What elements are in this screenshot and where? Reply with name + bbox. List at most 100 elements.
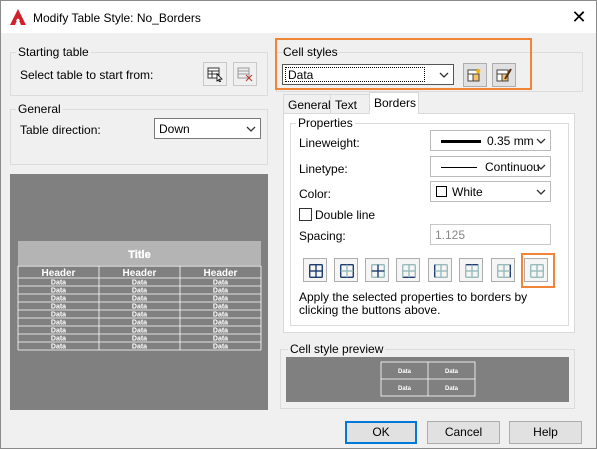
tab-general[interactable]: General <box>283 94 331 114</box>
left-border-button[interactable] <box>428 258 452 282</box>
preview-data-cell: Data <box>213 296 228 303</box>
preview-header-cell: Header <box>42 268 76 279</box>
preview-data-cell: Data <box>213 312 228 319</box>
preview-data-cell: Data <box>132 296 147 303</box>
close-icon[interactable]: ✕ <box>567 5 591 29</box>
modify-table-style-dialog: Modify Table Style: No_Borders ✕ Startin… <box>0 0 597 449</box>
table-direction-label: Table direction: <box>20 123 101 137</box>
manage-cell-styles-icon <box>496 68 512 82</box>
cell-style-preview: Data Data Data Data <box>286 357 569 402</box>
preview-data-cell: Data <box>132 312 147 319</box>
preview-data-cell: Data <box>51 312 66 319</box>
chevron-down-icon <box>246 126 256 132</box>
outside-borders-button[interactable] <box>334 258 358 282</box>
preview-data-cell: Data <box>132 288 147 295</box>
tab-borders[interactable]: Borders <box>369 92 419 114</box>
right-border-icon <box>497 264 511 278</box>
remove-table-button[interactable] <box>233 62 257 86</box>
help-button[interactable]: Help <box>509 421 582 444</box>
properties-label: Properties <box>296 116 355 130</box>
preview-data-cell: Data <box>213 288 228 295</box>
lineweight-value: 0.35 mm <box>487 134 534 148</box>
lineweight-sample-icon <box>441 140 481 143</box>
select-table-label: Select table to start from: <box>20 68 154 82</box>
manage-cell-styles-button[interactable] <box>492 63 516 87</box>
double-line-label: Double line <box>315 208 376 222</box>
chevron-down-icon <box>536 189 546 195</box>
select-table-icon <box>207 67 223 82</box>
inside-borders-button[interactable] <box>365 258 389 282</box>
preview-data-cell: Data <box>132 304 147 311</box>
cancel-button[interactable]: Cancel <box>427 421 500 444</box>
preview-data-cell: Data <box>51 304 66 311</box>
preview-title: Title <box>128 249 150 261</box>
left-border-icon <box>434 264 448 278</box>
color-swatch <box>436 186 447 197</box>
create-cell-style-button[interactable] <box>463 63 487 87</box>
lineweight-select[interactable]: 0.35 mm <box>430 130 551 151</box>
linetype-select[interactable]: Continuou <box>430 156 551 177</box>
preview-data-cell: Data <box>51 336 66 343</box>
cell-style-select[interactable]: Data <box>282 64 454 85</box>
table-style-preview: Title Header Header Header Data Data Data Data D… <box>10 174 268 410</box>
window-title: Modify Table Style: No_Borders <box>33 11 201 25</box>
table-direction-select[interactable]: Down <box>154 118 261 139</box>
bottom-border-icon <box>402 264 416 278</box>
cell-preview-data: Data <box>445 386 459 392</box>
bottom-border-button[interactable] <box>396 258 420 282</box>
no-border-highlight <box>521 253 555 288</box>
preview-data-cell: Data <box>213 336 228 343</box>
preview-data-cell: Data <box>213 280 228 287</box>
starting-table-label: Starting table <box>16 45 91 59</box>
all-borders-button[interactable] <box>303 258 327 282</box>
chevron-down-icon <box>439 72 449 78</box>
cell-preview-data: Data <box>445 369 459 375</box>
table-preview-drawing: TitleHeader Header HeaderData Data DataData D… <box>17 241 262 351</box>
preview-data-cell: Data <box>132 320 147 327</box>
preview-header-cell: Header <box>123 268 157 279</box>
preview-header-cell: Header <box>204 268 238 279</box>
linetype-label: Linetype: <box>299 162 348 176</box>
inside-borders-icon <box>371 264 385 278</box>
color-select[interactable]: White <box>430 181 551 202</box>
preview-data-cell: Data <box>51 280 66 287</box>
cell-styles-label: Cell styles <box>283 45 338 59</box>
cell-style-preview-label: Cell style preview <box>288 342 386 356</box>
lineweight-label: Lineweight: <box>299 136 360 150</box>
preview-data-cell: Data <box>51 328 66 335</box>
cell-style-value: Data <box>285 67 425 82</box>
preview-data-cell: Data <box>213 304 228 311</box>
chevron-down-icon <box>536 164 546 170</box>
outside-borders-icon <box>340 264 354 278</box>
color-value: White <box>452 185 483 199</box>
preview-data-cell: Data <box>213 320 228 327</box>
preview-data-cell: Data <box>132 280 147 287</box>
title-bar: Modify Table Style: No_Borders ✕ <box>1 1 596 33</box>
ok-button[interactable]: OK <box>345 421 417 444</box>
double-line-checkbox[interactable] <box>299 208 312 221</box>
preview-data-cell: Data <box>51 288 66 295</box>
all-borders-icon <box>309 264 323 278</box>
tab-text[interactable]: Text <box>330 94 370 114</box>
linetype-value: Continuou <box>485 160 540 174</box>
right-border-button[interactable] <box>491 258 515 282</box>
preview-data-cell: Data <box>132 344 147 351</box>
color-label: Color: <box>299 187 332 201</box>
spacing-input[interactable]: 1.125 <box>430 224 551 245</box>
general-group-label: General <box>16 102 63 116</box>
chevron-down-icon <box>536 138 546 144</box>
select-table-button[interactable] <box>203 62 227 86</box>
preview-data-cell: Data <box>132 336 147 343</box>
cell-preview-drawing: Data Data Data Data <box>380 361 476 397</box>
new-cell-style-icon <box>467 68 481 82</box>
preview-data-cell: Data <box>132 328 147 335</box>
spacing-label: Spacing: <box>299 229 346 243</box>
autocad-logo-icon <box>10 9 26 25</box>
border-hint-text: Apply the selected properties to borders… <box>299 290 528 317</box>
preview-data-cell: Data <box>51 344 66 351</box>
preview-data-cell: Data <box>213 328 228 335</box>
preview-data-cell: Data <box>51 296 66 303</box>
table-direction-value: Down <box>159 122 190 136</box>
top-border-button[interactable] <box>459 258 483 282</box>
cell-preview-data: Data <box>398 386 412 392</box>
